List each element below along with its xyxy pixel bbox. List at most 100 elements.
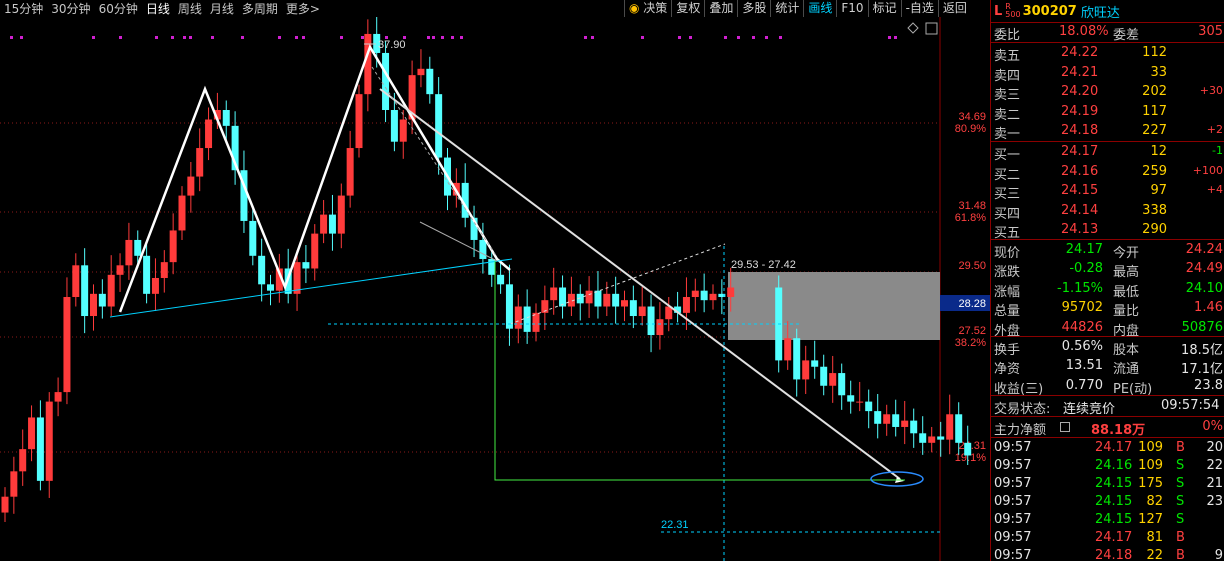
candle (910, 408, 918, 448)
candle (19, 429, 27, 486)
tick-side: S (1176, 476, 1185, 491)
period-1[interactable]: 30分钟 (47, 0, 94, 17)
tool-9[interactable]: 返回 (937, 0, 971, 17)
trade-status-label: 交易状态: (994, 402, 1051, 417)
diamond-icon[interactable] (907, 22, 919, 34)
main-net-value: 88.18万 (1091, 423, 1146, 438)
fin-value: 0.770 (1065, 377, 1103, 393)
tool-6[interactable]: F10 (836, 0, 867, 17)
period-4[interactable]: 周线 (174, 0, 206, 17)
buy_orders-row[interactable]: 买二 24.16 259 +100 (991, 163, 1224, 183)
order-price: 24.22 (1061, 45, 1099, 60)
order-volume: 112 (1142, 45, 1167, 60)
candle (302, 245, 310, 284)
main-net-row[interactable]: 主力净额 88.18万 0% (991, 418, 1224, 438)
candle (892, 399, 900, 437)
axis-pct: 80.9% (955, 123, 986, 135)
buy_orders-row[interactable]: 买三 24.15 97 +4 (991, 182, 1224, 203)
candle (811, 340, 819, 379)
period-5[interactable]: 月线 (206, 0, 238, 17)
tool-1[interactable]: 复权 (671, 0, 704, 17)
square-icon[interactable] (925, 22, 938, 35)
order-label: 买三 (994, 187, 1021, 203)
buy_orders-row[interactable]: 买五 24.13 290 (991, 221, 1224, 241)
sell_orders-row[interactable]: 卖一 24.18 227 +2 (991, 122, 1224, 143)
kline-chart[interactable]: 34.6980.9% 31.4861.8% 29.50 27.5238.2% 24.31… (0, 17, 990, 561)
support-line[interactable] (109, 258, 513, 318)
period-0[interactable]: 15分钟 (0, 0, 47, 17)
tick-price: 24.17 (1095, 530, 1133, 545)
tick-volume: 175 (1138, 476, 1163, 491)
buy_orders-row[interactable]: 买四 24.14 338 (991, 202, 1224, 222)
stat-value: 24.24 (1185, 242, 1223, 257)
tool-7[interactable]: 标记 (867, 0, 901, 17)
stock-name[interactable]: 欣旺达 (1081, 2, 1120, 21)
candle (838, 363, 846, 410)
candle (116, 253, 124, 292)
divider (991, 437, 1224, 438)
current-price-label: 28.28 (958, 298, 986, 310)
candle (700, 273, 708, 313)
tick-time: 09:57 (994, 530, 1032, 545)
candle (125, 222, 133, 280)
tick-side: B (1176, 530, 1185, 545)
tick-extra: 9 (1214, 548, 1223, 561)
signal-dot (361, 36, 364, 39)
tick-extra: 21 (1206, 476, 1223, 491)
sell_orders-row[interactable]: 卖五 24.22 112 (991, 44, 1224, 64)
candle (567, 276, 575, 317)
tick-price: 24.15 (1095, 494, 1133, 509)
stock-header: L R 500 300207 欣旺达 (991, 0, 1224, 22)
tick-time: 09:57 (994, 548, 1032, 561)
tick-side: S (1176, 512, 1185, 527)
high-annotation: 37.90 (378, 39, 406, 51)
main-net-pct: 0% (1202, 419, 1223, 434)
trade-status-time: 09:57:54 (1161, 398, 1220, 413)
candle (847, 380, 855, 414)
signal-dot (20, 36, 23, 39)
sell_orders-row[interactable]: 卖二 24.19 117 (991, 103, 1224, 123)
trade-status-row: 交易状态: 连续竞价 09:57:54 (991, 397, 1224, 417)
order-label: 卖一 (994, 127, 1021, 143)
sell_orders-row[interactable]: 卖四 24.21 33 (991, 64, 1224, 84)
r-badge-sub: 500 (1005, 10, 1021, 19)
signal-dot (591, 36, 594, 39)
tool-4[interactable]: 统计 (770, 0, 803, 17)
tool-toolbar: ◉ 决策 复权 叠加 多股 统计 画线 F10 标记 -自选 返回 (624, 0, 990, 17)
weibi-row: 委比 18.08% 委差 305 (991, 23, 1224, 43)
period-6[interactable]: 多周期 (238, 0, 282, 17)
period-7[interactable]: 更多> (282, 0, 324, 17)
fin-label: 收益(三) (994, 381, 1044, 397)
period-2[interactable]: 60分钟 (95, 0, 142, 17)
tool-2[interactable]: 叠加 (704, 0, 737, 17)
tool-5[interactable]: 画线 (803, 0, 836, 17)
sell_orders-row[interactable]: 卖三 24.20 202 +30 (991, 83, 1224, 103)
axis-pct: 38.2% (955, 337, 986, 349)
tool-0[interactable]: ◉ 决策 (624, 0, 671, 17)
stock-code[interactable]: 300207 (1023, 4, 1077, 19)
buy_orders-row[interactable]: 买一 24.17 12 -1 (991, 143, 1224, 163)
signal-dot (295, 36, 298, 39)
stat-value: 1.46 (1194, 300, 1223, 316)
candle (638, 286, 646, 326)
stat-label: 总量 (994, 304, 1021, 320)
r-badge: R 500 (1005, 3, 1020, 19)
candle (382, 40, 390, 123)
candle (355, 84, 363, 158)
tool-8[interactable]: -自选 (900, 0, 938, 17)
tick-side: S (1176, 458, 1185, 473)
candle (364, 19, 372, 112)
order-label: 买四 (994, 206, 1021, 222)
weibi-value: 18.08% (1059, 24, 1109, 39)
axis-price: 34.69 (958, 111, 986, 123)
candle (151, 258, 159, 311)
candle (585, 276, 593, 318)
period-3[interactable]: 日线 (142, 0, 174, 17)
order-volume: 33 (1150, 64, 1167, 80)
candle (346, 130, 354, 208)
candle (629, 285, 637, 329)
menu-icon[interactable] (1060, 422, 1070, 432)
tool-3[interactable]: 多股 (737, 0, 770, 17)
candle (802, 345, 810, 394)
candle (63, 277, 71, 405)
